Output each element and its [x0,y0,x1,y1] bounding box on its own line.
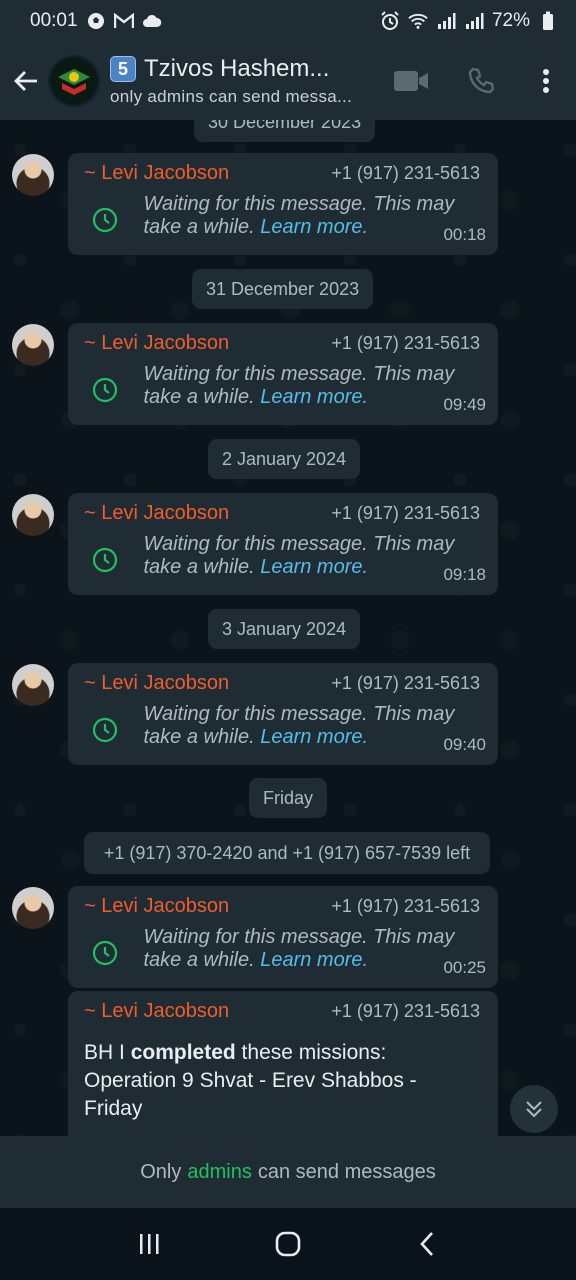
date-separator: 31 December 2023 [192,269,374,309]
recents-button[interactable] [119,1219,179,1269]
back-nav-button[interactable] [397,1219,457,1269]
learn-more-link[interactable]: Learn more. [260,556,368,578]
message-time: 09:18 [443,565,486,584]
double-chevron-down-icon [526,1101,542,1118]
message-bubble[interactable]: ~ Levi Jacobson +1 (917) 231-5613 Waitin… [68,493,498,595]
learn-more-link[interactable]: Learn more. [260,386,368,408]
wifi-icon [408,11,428,31]
system-message: +1 (917) 370-2420 and +1 (917) 657-7539 … [84,832,490,874]
video-call-button[interactable] [376,51,446,111]
learn-more-link[interactable]: Learn more. [260,216,368,238]
chat-subtitle: only admins can send messa... [110,87,353,106]
avatar[interactable] [12,664,54,706]
message-time: 09:49 [443,395,486,414]
signal-icon [436,11,456,31]
sender-phone: +1 (917) 231-5613 [331,162,480,183]
sender-phone: +1 (917) 231-5613 [331,672,480,693]
clock-icon [92,717,118,743]
message-bubble[interactable]: ~ Levi Jacobson +1 (917) 231-5613 Waitin… [68,323,498,425]
avatar[interactable] [12,154,54,196]
message-bubble[interactable]: ~ Levi Jacobson +1 (917) 231-5613 Waitin… [68,153,498,255]
chat-area[interactable]: 30 December 2023 ~ Levi Jacobson +1 (917… [0,120,576,1136]
sender-name[interactable]: ~ Levi Jacobson [84,162,229,185]
clock-icon [92,940,118,966]
status-bar: 00:01 72% [0,0,576,42]
sender-name[interactable]: ~ Levi Jacobson [84,332,229,355]
alarm-icon [380,11,400,31]
back-arrow-icon [14,71,37,91]
admins-link[interactable]: admins [187,1161,251,1184]
group-logo-icon [50,57,98,105]
cloud-icon [142,11,162,31]
phone-icon [468,67,495,94]
chat-title-block[interactable]: 5 Tzivos Hashem... only admins can send … [110,55,380,107]
scroll-to-bottom-button[interactable] [510,1085,558,1133]
sender-name[interactable]: ~ Levi Jacobson [84,672,229,695]
clock-icon [92,207,118,233]
message-time: 00:25 [443,958,486,977]
signal-icon-2 [464,11,484,31]
more-vertical-icon [543,69,549,93]
battery-icon [538,11,558,31]
clock-icon [92,377,118,403]
message-bubble[interactable]: ~ Levi Jacobson +1 (917) 231-5613 BH I c… [68,991,498,1136]
sender-name[interactable]: ~ Levi Jacobson [84,895,229,918]
learn-more-link[interactable]: Learn more. [260,726,368,748]
sender-phone: +1 (917) 231-5613 [331,502,480,523]
sender-phone: +1 (917) 231-5613 [331,895,480,916]
notice-suffix: can send messages [257,1160,436,1183]
admins-only-notice: Only admins can send messages [0,1136,576,1208]
battery-percent: 72% [491,10,530,31]
message-text: BH I completed these missions: Operation… [84,1041,417,1120]
chat-title: Tzivos Hashem... [144,55,330,82]
clock-icon [92,547,118,573]
sender-phone: +1 (917) 231-5613 [331,1000,480,1021]
video-camera-icon [394,71,428,91]
message-bubble[interactable]: ~ Levi Jacobson +1 (917) 231-5613 Waitin… [68,663,498,765]
system-nav-bar [0,1208,576,1280]
message-time: 00:18 [443,225,486,244]
message-bubble[interactable]: ~ Levi Jacobson +1 (917) 231-5613 Waitin… [68,886,498,988]
date-separator: 30 December 2023 [194,120,376,142]
learn-more-link[interactable]: Learn more. [260,949,368,971]
avatar[interactable] [12,887,54,929]
date-separator: Friday [249,778,328,818]
avatar[interactable] [12,324,54,366]
avatar[interactable] [12,494,54,536]
group-avatar[interactable] [48,55,100,107]
home-button[interactable] [258,1219,318,1269]
date-separator: 3 January 2024 [208,609,361,649]
sender-phone: +1 (917) 231-5613 [331,332,480,353]
chat-header: 5 Tzivos Hashem... only admins can send … [0,42,576,120]
voice-call-button[interactable] [446,51,516,111]
sender-name[interactable]: ~ Levi Jacobson [84,502,229,525]
date-separator: 2 January 2024 [208,439,361,479]
back-button[interactable] [4,51,48,111]
gmail-icon [113,11,134,31]
recents-icon [140,1234,159,1254]
notice-prefix: Only [140,1160,182,1183]
message-time: 09:40 [443,735,486,754]
chevron-left-icon [419,1232,433,1256]
sender-name[interactable]: ~ Levi Jacobson [84,1000,229,1023]
keycap-badge: 5 [110,56,136,82]
soccer-icon [86,11,106,31]
home-icon [275,1231,301,1257]
more-options-button[interactable] [516,51,576,111]
status-time: 00:01 [30,10,78,31]
